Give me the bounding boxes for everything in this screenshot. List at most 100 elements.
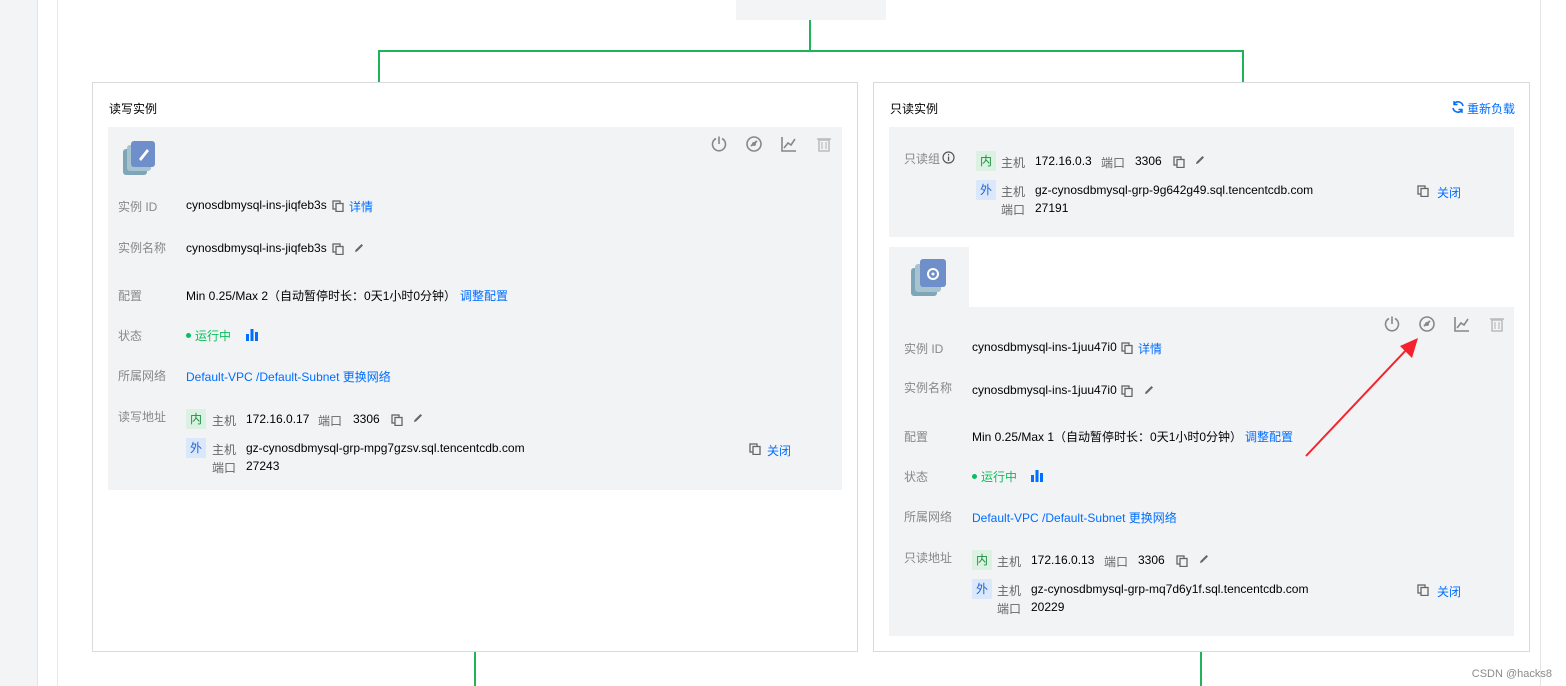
connector-line — [378, 50, 380, 83]
copy-icon[interactable] — [1417, 584, 1429, 596]
connector-line — [809, 20, 811, 51]
group-label: 只读组 — [904, 152, 941, 166]
database-icon — [123, 141, 155, 175]
ro-address-label: 只读地址 — [904, 551, 953, 565]
panel-title: 读写实例 — [109, 102, 158, 116]
group-outer-port: 27191 — [1035, 201, 1069, 215]
right-scroll-border — [1540, 0, 1541, 686]
host-label: 主机 — [1001, 156, 1026, 170]
status-text: 运行中 — [981, 470, 1018, 484]
close-link[interactable]: 关闭 — [767, 442, 791, 459]
monitor-chart-icon[interactable] — [780, 135, 798, 153]
power-icon[interactable] — [710, 135, 728, 153]
edit-icon[interactable] — [1198, 553, 1210, 565]
status-label: 状态 — [118, 329, 143, 343]
monitor-chart-icon[interactable] — [1453, 315, 1471, 333]
outer-host-value: gz-cynosdbmysql-grp-mpg7gzsv.sql.tencent… — [246, 441, 525, 455]
cluster-node — [736, 0, 886, 20]
copy-icon[interactable] — [391, 414, 403, 426]
read-only-instance-panel: 只读实例 重新负载 只读组 内 主机 172.16.0.3 端口 3306 外 … — [873, 82, 1530, 652]
panel-title: 只读实例 — [890, 102, 939, 116]
power-icon[interactable] — [1383, 315, 1401, 333]
restart-icon[interactable] — [745, 135, 763, 153]
port-label: 端口 — [1001, 203, 1026, 217]
connector-line — [1200, 651, 1202, 686]
port-label: 端口 — [212, 461, 237, 475]
network-label: 所属网络 — [904, 510, 953, 524]
copy-icon[interactable] — [749, 443, 761, 455]
change-network-link[interactable]: 更换网络 — [1129, 511, 1177, 525]
inner-tag: 内 — [186, 409, 206, 429]
copy-icon[interactable] — [1121, 342, 1133, 354]
copy-icon[interactable] — [1176, 555, 1188, 567]
group-inner-port: 3306 — [1135, 154, 1162, 168]
restart-icon[interactable] — [1418, 315, 1436, 333]
adjust-config-link[interactable]: 调整配置 — [1245, 428, 1293, 445]
instance-card: 实例 ID cynosdbmysql-ins-jiqfeb3s 详情 实例名称 … — [108, 127, 842, 490]
outer-tag: 外 — [976, 180, 996, 200]
vpc-link[interactable]: Default-VPC — [972, 511, 1039, 525]
info-icon[interactable] — [942, 151, 955, 164]
rw-address-label: 读写地址 — [118, 410, 167, 424]
status-value: 运行中 — [186, 327, 231, 344]
status-dot — [186, 333, 191, 339]
close-link[interactable]: 关闭 — [1437, 583, 1461, 600]
inner-host-value: 172.16.0.17 — [246, 412, 310, 426]
config-label: 配置 — [118, 289, 143, 303]
read-write-instance-panel: 读写实例 实例 ID cynosdbmysql-ins-jiqfeb3s 详情 … — [92, 82, 858, 652]
port-label: 端口 — [997, 602, 1022, 616]
change-network-link[interactable]: 更换网络 — [343, 370, 391, 384]
outer-host-value: gz-cynosdbmysql-grp-mq7d6y1f.sql.tencent… — [1031, 582, 1309, 596]
copy-icon[interactable] — [1121, 385, 1133, 397]
copy-icon[interactable] — [332, 243, 344, 255]
copy-icon[interactable] — [332, 200, 344, 212]
connector-line — [1242, 50, 1244, 83]
instance-id-label: 实例 ID — [118, 200, 158, 214]
config-value: Min 0.25/Max 2（自动暂停时长：0天1小时0分钟） — [186, 289, 457, 303]
vpc-link[interactable]: Default-VPC — [186, 370, 253, 384]
port-label: 端口 — [318, 414, 343, 428]
subnet-link[interactable]: /Default-Subnet — [1042, 511, 1125, 525]
network-value: Default-VPC /Default-Subnet 更换网络 — [972, 509, 1177, 526]
page: 读写实例 实例 ID cynosdbmysql-ins-jiqfeb3s 详情 … — [0, 0, 1566, 686]
refresh-icon[interactable] — [1451, 100, 1465, 114]
annotation-arrow — [1305, 338, 1418, 457]
group-outer-host: gz-cynosdbmysql-grp-9g642g49.sql.tencent… — [1035, 183, 1314, 197]
delete-icon[interactable] — [1488, 315, 1506, 333]
reload-link[interactable]: 重新负载 — [1467, 100, 1515, 117]
copy-icon[interactable] — [1173, 156, 1185, 168]
connector-line — [378, 50, 1244, 52]
outer-tag: 外 — [186, 438, 206, 458]
detail-link[interactable]: 详情 — [349, 198, 373, 215]
instance-id-value: cynosdbmysql-ins-1juu47i0 — [972, 340, 1117, 354]
outer-port-value: 27243 — [246, 459, 280, 473]
group-close-link[interactable]: 关闭 — [1437, 184, 1461, 201]
inner-host-value: 172.16.0.13 — [1031, 553, 1095, 567]
inner-tag: 内 — [976, 151, 996, 171]
subnet-link[interactable]: /Default-Subnet — [256, 370, 339, 384]
left-sidebar-strip — [0, 0, 38, 686]
watermark: CSDN @hacks8 — [1471, 668, 1552, 680]
host-label: 主机 — [997, 555, 1022, 569]
instance-id-value: cynosdbmysql-ins-jiqfeb3s — [186, 198, 327, 212]
status-label: 状态 — [904, 470, 929, 484]
edit-icon[interactable] — [1143, 384, 1155, 396]
status-dot — [972, 474, 977, 480]
delete-icon[interactable] — [815, 135, 833, 153]
instance-name-label: 实例名称 — [118, 241, 167, 255]
adjust-config-link[interactable]: 调整配置 — [460, 287, 508, 304]
edit-icon[interactable] — [1194, 154, 1206, 166]
config-label: 配置 — [904, 430, 929, 444]
host-label: 主机 — [212, 443, 237, 457]
copy-icon[interactable] — [1417, 185, 1429, 197]
instance-name-label: 实例名称 — [904, 381, 953, 395]
inner-tag: 内 — [972, 550, 992, 570]
edit-icon[interactable] — [353, 242, 365, 254]
outer-port-value: 20229 — [1031, 600, 1065, 614]
detail-link[interactable]: 详情 — [1138, 340, 1162, 357]
edit-icon[interactable] — [412, 412, 424, 424]
bar-chart-icon[interactable] — [245, 327, 259, 341]
bar-chart-icon[interactable] — [1030, 468, 1044, 482]
outer-tag: 外 — [972, 579, 992, 599]
database-icon — [911, 259, 946, 296]
